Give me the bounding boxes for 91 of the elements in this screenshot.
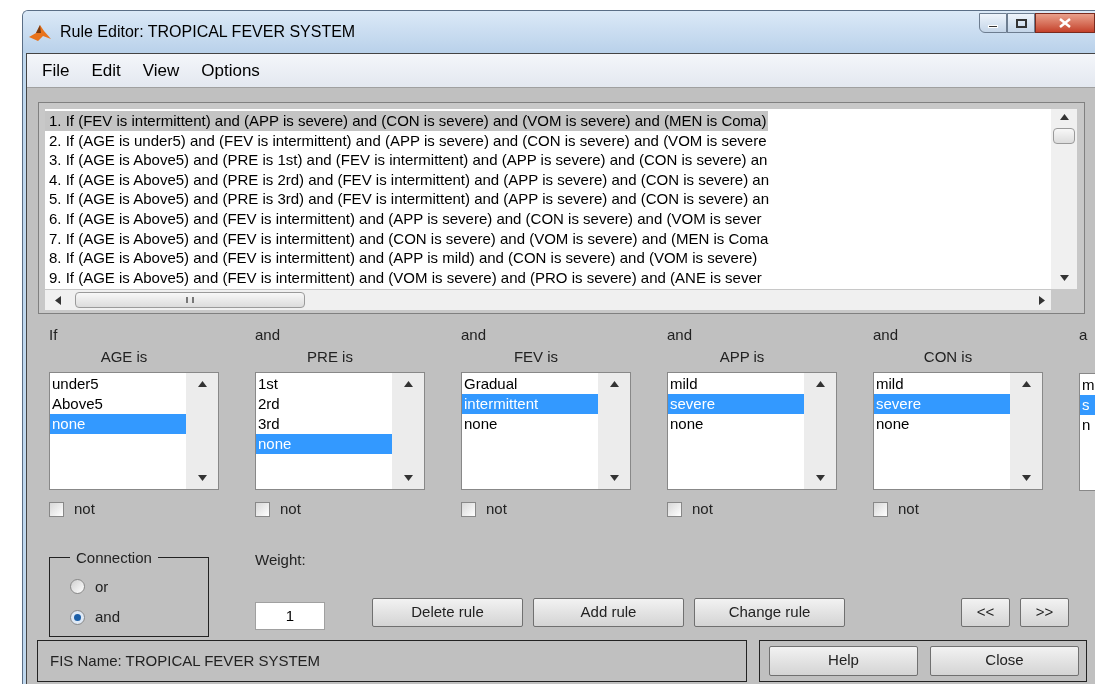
checkbox-label: not xyxy=(898,499,919,519)
checkbox-label: not xyxy=(692,499,713,519)
list-item[interactable]: none xyxy=(668,414,804,434)
checkbox-label: not xyxy=(486,499,507,519)
scroll-down-icon[interactable] xyxy=(1059,275,1069,281)
radio-label: and xyxy=(95,607,121,627)
rule-item[interactable]: 5. If (AGE is Above5) and (PRE is 3rd) and (FEV is intermittent) and (APP is severe) and (CON is severe) an xyxy=(45,189,771,209)
rule-item[interactable]: 7. If (AGE is Above5) and (FEV is intermittent) and (CON is severe) and (VOM is severe) and (MEN is Coma xyxy=(45,228,771,249)
list-item[interactable]: none xyxy=(462,414,598,434)
vertical-scrollbar[interactable] xyxy=(1051,109,1077,289)
menu-item[interactable]: View xyxy=(133,57,189,84)
menu-item[interactable]: Edit xyxy=(82,57,130,84)
close-icon xyxy=(1059,18,1071,28)
nav-button[interactable]: >> xyxy=(1020,597,1069,627)
minimize-button[interactable] xyxy=(979,13,1007,33)
rule-item[interactable]: 8. If (AGE is Above5) and (FEV is intermittent) and (APP is mild) and (CON is severe) and (VOM is severe) xyxy=(45,248,760,268)
checkbox[interactable] xyxy=(667,501,682,517)
list-item[interactable]: Above5 xyxy=(50,394,186,414)
checkbox[interactable] xyxy=(461,501,476,517)
scroll-down-icon[interactable] xyxy=(403,475,413,481)
list-item[interactable]: mild xyxy=(874,374,1010,394)
list-item[interactable]: mild xyxy=(668,374,804,394)
scroll-right-icon[interactable] xyxy=(1039,295,1045,305)
variable-label: FEV is xyxy=(513,346,560,367)
variable-label: PRE is xyxy=(307,346,354,367)
scroll-down-icon[interactable] xyxy=(197,475,207,481)
rule-item[interactable]: 9. If (AGE is Above5) and (FEV is intermittent) and (VOM is severe) and (PRO is severe) and (ANE is sever xyxy=(45,267,764,288)
listbox[interactable]: Gradual intermittent none xyxy=(461,372,631,490)
rule-item[interactable]: 6. If (AGE is Above5) and (FEV is intermittent) and (APP is severe) and (CON is severe) and (VOM is sever xyxy=(45,208,764,229)
weight-label: Weight: xyxy=(255,549,307,570)
connective-label: a xyxy=(1079,325,1088,345)
horizontal-scrollbar[interactable] xyxy=(45,290,1051,310)
list-item[interactable]: none xyxy=(874,414,1010,434)
scroll-left-icon[interactable] xyxy=(55,295,61,305)
dialog-button[interactable]: Close xyxy=(930,645,1079,676)
checkbox[interactable] xyxy=(873,501,888,517)
radio-label: or xyxy=(95,576,109,597)
checkbox-label: not xyxy=(74,499,95,519)
list-item[interactable]: under5 xyxy=(50,374,186,394)
dialog-button[interactable]: Help xyxy=(769,645,918,676)
listbox[interactable]: m s n xyxy=(1079,372,1095,491)
scroll-up-icon[interactable] xyxy=(1059,114,1069,120)
list-item[interactable]: Gradual xyxy=(462,374,598,394)
scroll-up-icon[interactable] xyxy=(815,381,825,387)
scroll-down-icon[interactable] xyxy=(1021,475,1031,481)
checkbox[interactable] xyxy=(255,501,270,517)
connective-label: and xyxy=(667,325,693,345)
menu-item[interactable]: File xyxy=(33,57,79,84)
checkbox[interactable] xyxy=(49,501,64,517)
radio-button[interactable] xyxy=(70,609,85,625)
maximize-button[interactable] xyxy=(1007,13,1035,33)
rule-button[interactable]: Add rule xyxy=(533,597,684,627)
variable-label: APP is xyxy=(719,346,766,367)
variable-label: CON is xyxy=(923,346,974,367)
status-text: FIS Name: TROPICAL FEVER SYSTEM xyxy=(50,651,321,669)
scroll-up-icon[interactable] xyxy=(1021,381,1031,387)
window-title: Rule Editor: TROPICAL FEVER SYSTEM xyxy=(60,22,356,42)
menu-item[interactable]: Options xyxy=(192,57,269,84)
weight-field[interactable]: 1 xyxy=(255,602,325,630)
rule-button[interactable]: Delete rule xyxy=(372,597,523,627)
scroll-up-icon[interactable] xyxy=(609,381,619,387)
nav-button[interactable]: << xyxy=(961,597,1010,627)
list-item[interactable]: 3rd xyxy=(256,414,392,434)
connective-label: If xyxy=(49,325,58,345)
listbox[interactable]: under5 Above5 none xyxy=(49,372,219,490)
connective-label: and xyxy=(255,325,281,345)
close-button[interactable] xyxy=(1035,13,1095,33)
rule-item[interactable]: 4. If (AGE is Above5) and (PRE is 2rd) and (FEV is intermittent) and (APP is severe) and (CON is severe) an xyxy=(45,169,771,190)
rule-item[interactable]: 2. If (AGE is under5) and (FEV is intermittent) and (APP is severe) and (CON is severe) and (VOM is severe xyxy=(45,130,769,151)
listbox[interactable]: mild severe none xyxy=(667,372,837,490)
listbox[interactable]: mild severe none xyxy=(873,372,1043,490)
scroll-thumb[interactable] xyxy=(1053,128,1075,144)
app-logo-icon xyxy=(29,23,51,41)
list-item[interactable]: 2rd xyxy=(256,394,392,414)
scroll-down-icon[interactable] xyxy=(815,475,825,481)
radio-button[interactable] xyxy=(70,579,85,595)
list-item[interactable]: n xyxy=(1080,414,1095,435)
connective-label: and xyxy=(873,325,899,345)
scroll-thumb[interactable] xyxy=(75,292,305,308)
scroll-up-icon[interactable] xyxy=(403,381,413,387)
list-item[interactable]: 1st xyxy=(256,374,392,394)
variable-label: AGE is xyxy=(100,346,149,367)
rule-button[interactable]: Change rule xyxy=(694,597,845,627)
scroll-up-icon[interactable] xyxy=(197,381,207,387)
rule-item[interactable]: 1. If (FEV is intermittent) and (APP is severe) and (CON is severe) and (VOM is severe) and (MEN is Coma) xyxy=(45,111,769,131)
listbox[interactable]: 1st 2rd 3rd none xyxy=(255,372,425,490)
connective-label: and xyxy=(461,325,487,345)
checkbox-label: not xyxy=(280,499,301,519)
rule-item[interactable]: 3. If (AGE is Above5) and (PRE is 1st) and (FEV is intermittent) and (APP is severe) and (CON is severe) an xyxy=(45,150,770,170)
list-item[interactable]: m xyxy=(1080,374,1095,395)
scroll-down-icon[interactable] xyxy=(609,475,619,481)
